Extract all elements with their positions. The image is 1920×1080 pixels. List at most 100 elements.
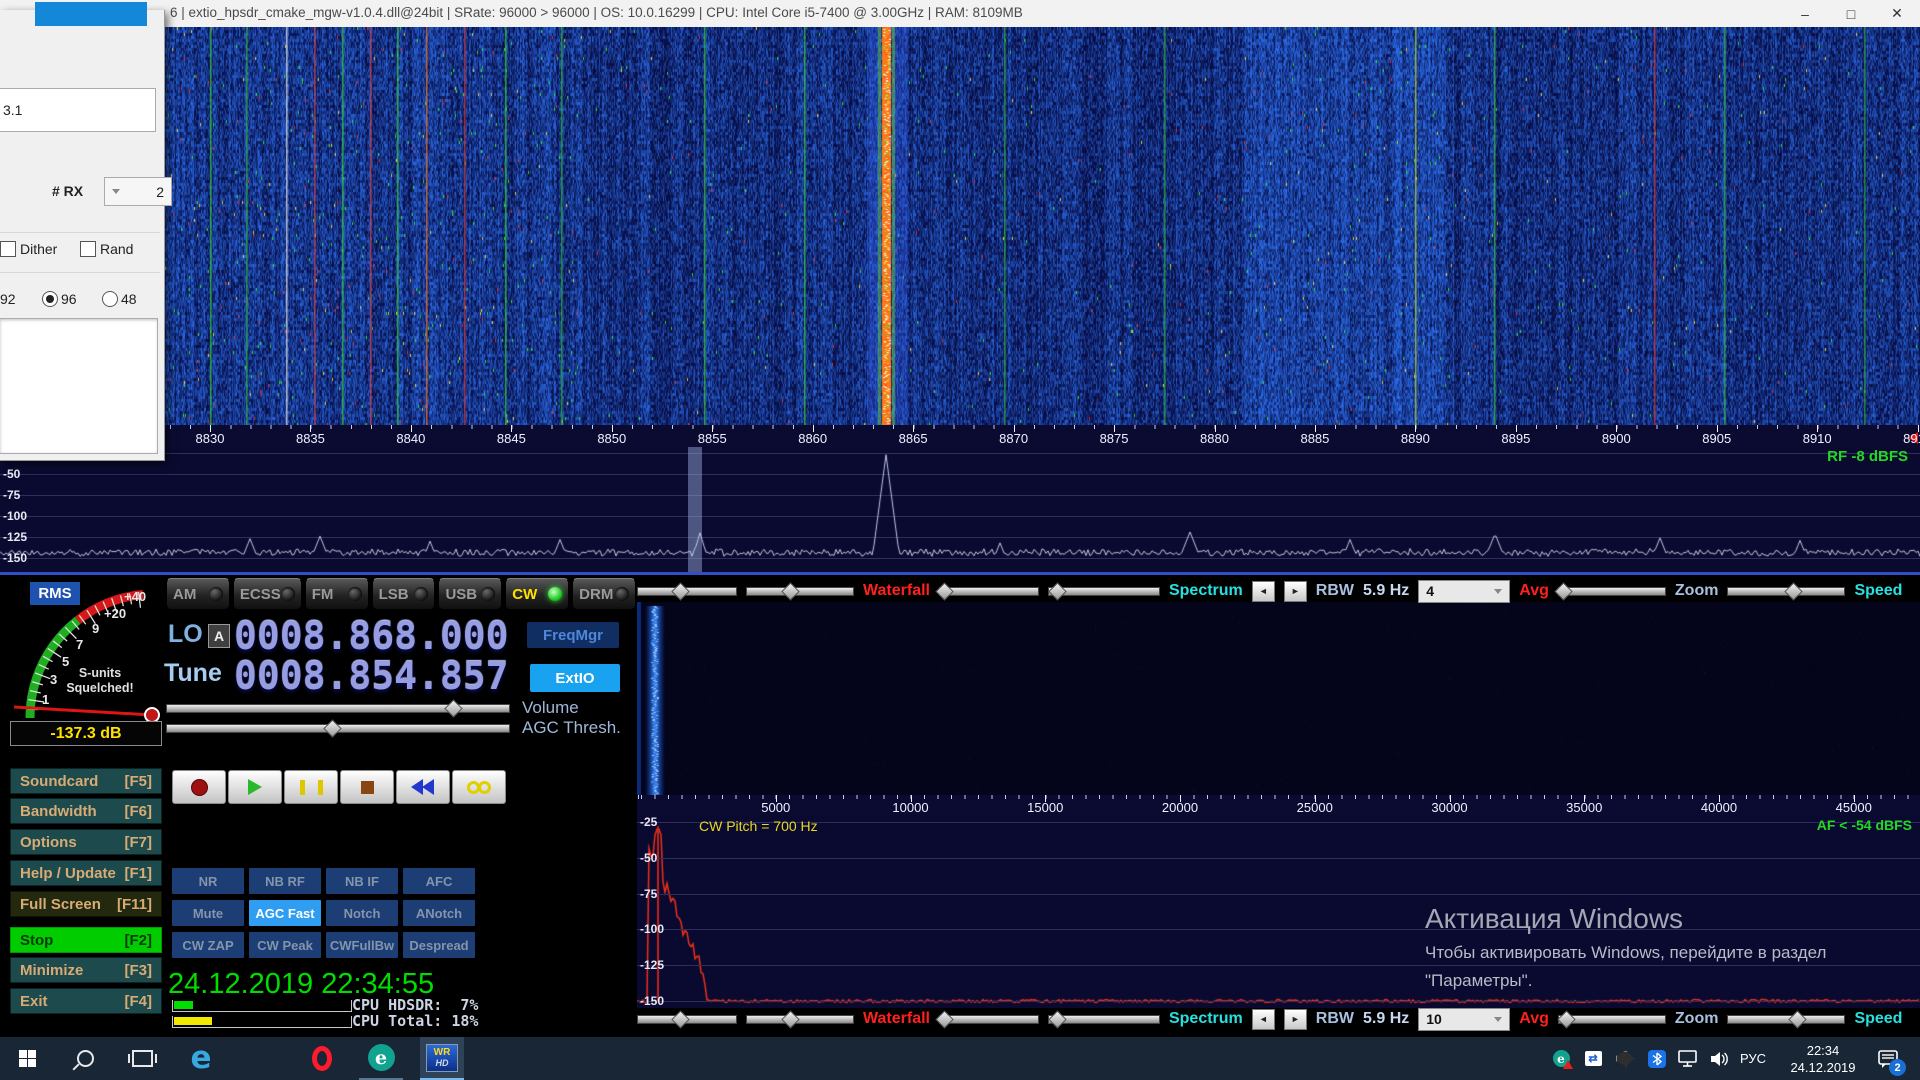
dsp-button-anotch[interactable]: ANotch bbox=[403, 900, 475, 926]
dsp-button-nb-if[interactable]: NB IF bbox=[326, 868, 398, 894]
mode-button-drm[interactable]: DRM bbox=[572, 578, 636, 610]
taskbar-eset-button[interactable]: e bbox=[359, 1037, 403, 1080]
zoom-slider[interactable] bbox=[1558, 1013, 1666, 1025]
rand-checkbox[interactable] bbox=[80, 241, 96, 257]
slider-thumb-icon[interactable] bbox=[671, 582, 689, 600]
mode-button-cw[interactable]: CW bbox=[505, 578, 569, 610]
media-rewind-button[interactable] bbox=[396, 770, 450, 804]
slider-thumb-icon[interactable] bbox=[935, 582, 953, 600]
rbw-decrease-button[interactable]: ◄ bbox=[1252, 581, 1275, 602]
waterfall-brightness-slider[interactable] bbox=[637, 1013, 737, 1025]
rbw-decrease-button[interactable]: ◄ bbox=[1252, 1009, 1275, 1030]
tray-network-button[interactable] bbox=[1676, 1037, 1702, 1080]
slider-thumb-icon[interactable] bbox=[1048, 582, 1066, 600]
taskbar-start-button[interactable] bbox=[5, 1037, 49, 1080]
minimize-button[interactable]: – bbox=[1782, 0, 1828, 27]
action-center-button[interactable]: 2 bbox=[1868, 1037, 1908, 1080]
spectrum-min-slider[interactable] bbox=[939, 585, 1039, 597]
slider-thumb-icon[interactable] bbox=[671, 1010, 689, 1028]
slider-thumb-icon[interactable] bbox=[1555, 582, 1573, 600]
smeter-mode-badge[interactable]: RMS bbox=[30, 582, 80, 605]
waterfall-brightness-slider[interactable] bbox=[637, 585, 737, 597]
tray-volume-button[interactable] bbox=[1706, 1037, 1732, 1080]
spectrum-max-slider[interactable] bbox=[1048, 1013, 1160, 1025]
zoom-slider[interactable] bbox=[1558, 585, 1666, 597]
tune-frequency-display[interactable]: 0008.854.857 bbox=[234, 654, 509, 698]
speed-slider[interactable] bbox=[1727, 1013, 1845, 1025]
mode-button-lsb[interactable]: LSB bbox=[372, 578, 436, 610]
avg-dropdown[interactable]: 4 bbox=[1418, 580, 1510, 603]
extio-button[interactable]: ExtIO bbox=[530, 664, 620, 692]
taskbar-edge-button[interactable]: e bbox=[179, 1037, 223, 1080]
mode-button-ecss[interactable]: ECSS bbox=[233, 578, 302, 610]
media-record-button[interactable] bbox=[172, 770, 226, 804]
media-stop-button[interactable] bbox=[340, 770, 394, 804]
function-button-bandwidth[interactable]: Bandwidth[F6] bbox=[10, 798, 162, 824]
spectrum-min-slider[interactable] bbox=[939, 1013, 1039, 1025]
avg-dropdown[interactable]: 10 bbox=[1418, 1008, 1510, 1031]
waterfall-contrast-slider[interactable] bbox=[746, 585, 854, 597]
function-button-help-update[interactable]: Help / Update[F1] bbox=[10, 860, 162, 886]
af-frequency-scale[interactable]: 5000100001500020000250003000035000400004… bbox=[637, 795, 1920, 815]
function-button-minimize[interactable]: Minimize[F3] bbox=[10, 957, 162, 983]
taskbar-hdsdr-button[interactable]: WRHD bbox=[420, 1037, 464, 1080]
dsp-button-despread[interactable]: Despread bbox=[403, 932, 475, 958]
dsp-button-cwfullbw[interactable]: CWFullBw bbox=[326, 932, 398, 958]
language-indicator[interactable]: РУС bbox=[1733, 1037, 1773, 1080]
agc-threshold-slider[interactable] bbox=[166, 722, 510, 734]
dsp-button-nb-rf[interactable]: NB RF bbox=[249, 868, 321, 894]
dsp-button-cw-peak[interactable]: CW Peak bbox=[249, 932, 321, 958]
taskbar-clock[interactable]: 22:34 24.12.2019 bbox=[1778, 1037, 1868, 1080]
mode-button-am[interactable]: AM bbox=[166, 578, 230, 610]
slider-thumb-icon[interactable] bbox=[1785, 582, 1803, 600]
spectrum-max-slider[interactable] bbox=[1048, 585, 1160, 597]
rbw-increase-button[interactable]: ► bbox=[1284, 1009, 1307, 1030]
volume-slider[interactable] bbox=[166, 702, 510, 714]
rf-frequency-scale[interactable]: 8830883588408845885088558860886588708875… bbox=[164, 425, 1920, 447]
slider-thumb-icon[interactable] bbox=[1788, 1010, 1806, 1028]
dsp-button-cw-zap[interactable]: CW ZAP bbox=[172, 932, 244, 958]
media-pause-button[interactable] bbox=[284, 770, 338, 804]
freqmgr-button[interactable]: FreqMgr bbox=[527, 622, 619, 648]
taskbar-explorer-button[interactable] bbox=[240, 1037, 284, 1080]
media-play-button[interactable] bbox=[228, 770, 282, 804]
dialog-listbox[interactable] bbox=[0, 318, 158, 454]
lo-frequency-display[interactable]: 0008.868.000 bbox=[234, 614, 509, 658]
ip-address-field[interactable]: 3.1 bbox=[0, 88, 156, 132]
rbw-increase-button[interactable]: ► bbox=[1284, 581, 1307, 602]
mode-button-fm[interactable]: FM bbox=[305, 578, 369, 610]
function-button-soundcard[interactable]: Soundcard[F5] bbox=[10, 768, 162, 794]
function-button-options[interactable]: Options[F7] bbox=[10, 829, 162, 855]
rate-48-radio[interactable] bbox=[102, 291, 118, 307]
function-button-stop[interactable]: Stop[F2] bbox=[10, 927, 162, 953]
slider-thumb-icon[interactable] bbox=[781, 582, 799, 600]
tray-bluetooth-button[interactable] bbox=[1644, 1037, 1670, 1080]
dsp-button-agc-fast[interactable]: AGC Fast bbox=[249, 900, 321, 926]
waterfall-contrast-slider[interactable] bbox=[746, 1013, 854, 1025]
dsp-button-mute[interactable]: Mute bbox=[172, 900, 244, 926]
tray-eset-small-button[interactable]: e bbox=[1548, 1037, 1574, 1080]
slider-thumb-icon[interactable] bbox=[1558, 1010, 1576, 1028]
slider-thumb-icon[interactable] bbox=[935, 1010, 953, 1028]
af-spectrum-panel[interactable]: CW Pitch = 700 Hz AF < -54 dBFS -25-50-7… bbox=[637, 815, 1920, 1008]
close-button[interactable]: ✕ bbox=[1874, 0, 1920, 27]
maximize-button[interactable]: □ bbox=[1828, 0, 1874, 27]
slider-thumb-icon[interactable] bbox=[444, 699, 462, 717]
taskbar-taskview-button[interactable] bbox=[120, 1037, 164, 1080]
speed-slider[interactable] bbox=[1727, 585, 1845, 597]
tray-horn-button[interactable] bbox=[1612, 1037, 1638, 1080]
lo-lock-badge[interactable]: A bbox=[208, 624, 230, 648]
dsp-button-nr[interactable]: NR bbox=[172, 868, 244, 894]
media-loop-button[interactable] bbox=[452, 770, 506, 804]
function-button-full-screen[interactable]: Full Screen[F11] bbox=[10, 891, 162, 917]
dsp-button-afc[interactable]: AFC bbox=[403, 868, 475, 894]
function-button-exit[interactable]: Exit[F4] bbox=[10, 988, 162, 1014]
taskbar-opera-button[interactable] bbox=[300, 1037, 344, 1080]
af-waterfall-panel[interactable] bbox=[637, 602, 1920, 795]
slider-thumb-icon[interactable] bbox=[781, 1010, 799, 1028]
mode-button-usb[interactable]: USB bbox=[438, 578, 502, 610]
rf-waterfall-canvas[interactable] bbox=[164, 27, 1920, 425]
slider-thumb-icon[interactable] bbox=[1048, 1010, 1066, 1028]
slider-thumb-icon[interactable] bbox=[323, 719, 341, 737]
taskbar-search-button[interactable] bbox=[63, 1037, 107, 1080]
